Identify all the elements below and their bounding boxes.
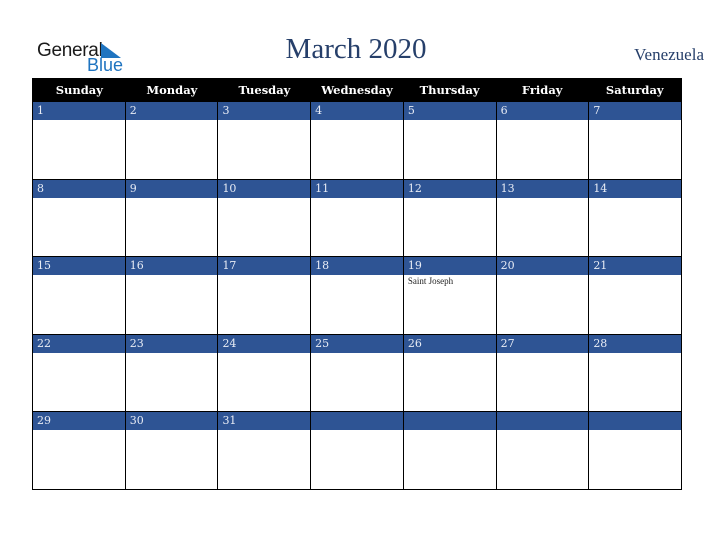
- day-cell[interactable]: 16: [124, 257, 218, 334]
- day-number: 14: [589, 179, 682, 198]
- day-number: 18: [311, 257, 403, 276]
- weekday-sunday: Sunday: [55, 83, 103, 97]
- day-cell[interactable]: 6: [495, 102, 589, 179]
- week-row: 15 16 17 18 19 Saint Joseph 20 21: [33, 256, 682, 334]
- day-cell[interactable]: 7: [588, 102, 682, 179]
- day-number: 1: [33, 102, 125, 120]
- week-row: 22 23 24 25 26 27 28: [33, 333, 682, 412]
- weekday-friday: Friday: [521, 83, 563, 97]
- day-number: 17: [218, 257, 311, 276]
- day-number: 16: [125, 257, 218, 276]
- day-number: 26: [403, 334, 496, 353]
- day-cell[interactable]: 14: [588, 179, 682, 257]
- day-cell[interactable]: 19 Saint Joseph: [402, 257, 496, 334]
- weekday-wednesday: Wednesday: [321, 83, 393, 97]
- day-cell[interactable]: [310, 412, 403, 489]
- weekday-monday: Monday: [146, 83, 198, 97]
- day-cell[interactable]: 18: [310, 257, 403, 334]
- weekday-tuesday: Tuesday: [238, 83, 291, 97]
- day-number: 6: [496, 102, 589, 120]
- day-cell[interactable]: 24: [217, 334, 311, 412]
- day-number: [311, 412, 403, 431]
- day-number: 23: [125, 334, 218, 353]
- day-number: 5: [403, 102, 496, 120]
- day-number: 13: [496, 179, 589, 198]
- day-number: 9: [125, 179, 218, 198]
- weekday-header: Sunday Monday Tuesday Wednesday Thursday…: [33, 78, 681, 102]
- day-cell[interactable]: 9: [124, 179, 218, 257]
- day-cell[interactable]: 10: [217, 179, 311, 257]
- day-number: 4: [311, 102, 403, 120]
- day-cell[interactable]: 28: [588, 334, 682, 412]
- week-row: 8 9 10 11 12 13 14: [33, 178, 682, 257]
- day-number: 15: [33, 257, 125, 276]
- day-cell[interactable]: 4: [310, 102, 403, 179]
- day-cell[interactable]: 23: [124, 334, 218, 412]
- day-number: 10: [218, 179, 311, 198]
- week-row: 1234567: [33, 102, 682, 179]
- day-cell[interactable]: 20: [495, 257, 589, 334]
- day-number: [403, 412, 496, 431]
- day-number: 2: [125, 102, 218, 120]
- day-cell[interactable]: [588, 412, 682, 489]
- day-number: 21: [589, 257, 682, 276]
- day-cell[interactable]: 11: [310, 179, 403, 257]
- day-cell[interactable]: [495, 412, 589, 489]
- country-label: Venezuela: [634, 45, 704, 64]
- day-number: 11: [311, 179, 403, 198]
- day-cell[interactable]: 13: [495, 179, 589, 257]
- day-number: 31: [218, 412, 311, 431]
- day-cell[interactable]: 27: [495, 334, 589, 412]
- day-cell[interactable]: 12: [402, 179, 496, 257]
- calendar-grid: Sunday Monday Tuesday Wednesday Thursday…: [32, 78, 682, 490]
- day-cell[interactable]: 2: [124, 102, 218, 179]
- day-number: 20: [496, 257, 589, 276]
- day-number: 22: [33, 334, 125, 353]
- day-number: 25: [311, 334, 403, 353]
- day-cell[interactable]: 21: [588, 257, 682, 334]
- weekday-saturday: Saturday: [605, 83, 664, 97]
- day-cell[interactable]: 30: [124, 412, 218, 489]
- day-cell[interactable]: 17: [217, 257, 311, 334]
- day-cell[interactable]: 5: [402, 102, 496, 179]
- weekday-thursday: Thursday: [419, 83, 480, 97]
- day-cell[interactable]: 25: [310, 334, 403, 412]
- day-number: 27: [496, 334, 589, 353]
- day-number: 7: [589, 102, 682, 120]
- day-number: [496, 412, 589, 431]
- day-number: 30: [125, 412, 218, 431]
- day-number: 19: [403, 257, 496, 276]
- day-cell[interactable]: 1: [33, 102, 125, 179]
- day-cell[interactable]: 3: [217, 102, 311, 179]
- day-number: 28: [589, 334, 682, 353]
- day-number: 8: [33, 179, 125, 198]
- day-cell[interactable]: 29: [33, 412, 125, 489]
- day-number: 3: [218, 102, 311, 120]
- day-cell[interactable]: 26: [402, 334, 496, 412]
- day-cell[interactable]: 31: [217, 412, 311, 489]
- day-number: 12: [403, 179, 496, 198]
- day-cell[interactable]: 8: [33, 179, 125, 257]
- week-row: 29 30 31: [33, 411, 682, 489]
- day-cell[interactable]: 15: [33, 257, 125, 334]
- holiday-label: Saint Joseph: [407, 276, 454, 287]
- day-number: [589, 412, 682, 431]
- day-cell[interactable]: [402, 412, 496, 489]
- day-cell[interactable]: 22: [33, 334, 125, 412]
- day-number: 24: [218, 334, 311, 353]
- day-number: 29: [33, 412, 125, 431]
